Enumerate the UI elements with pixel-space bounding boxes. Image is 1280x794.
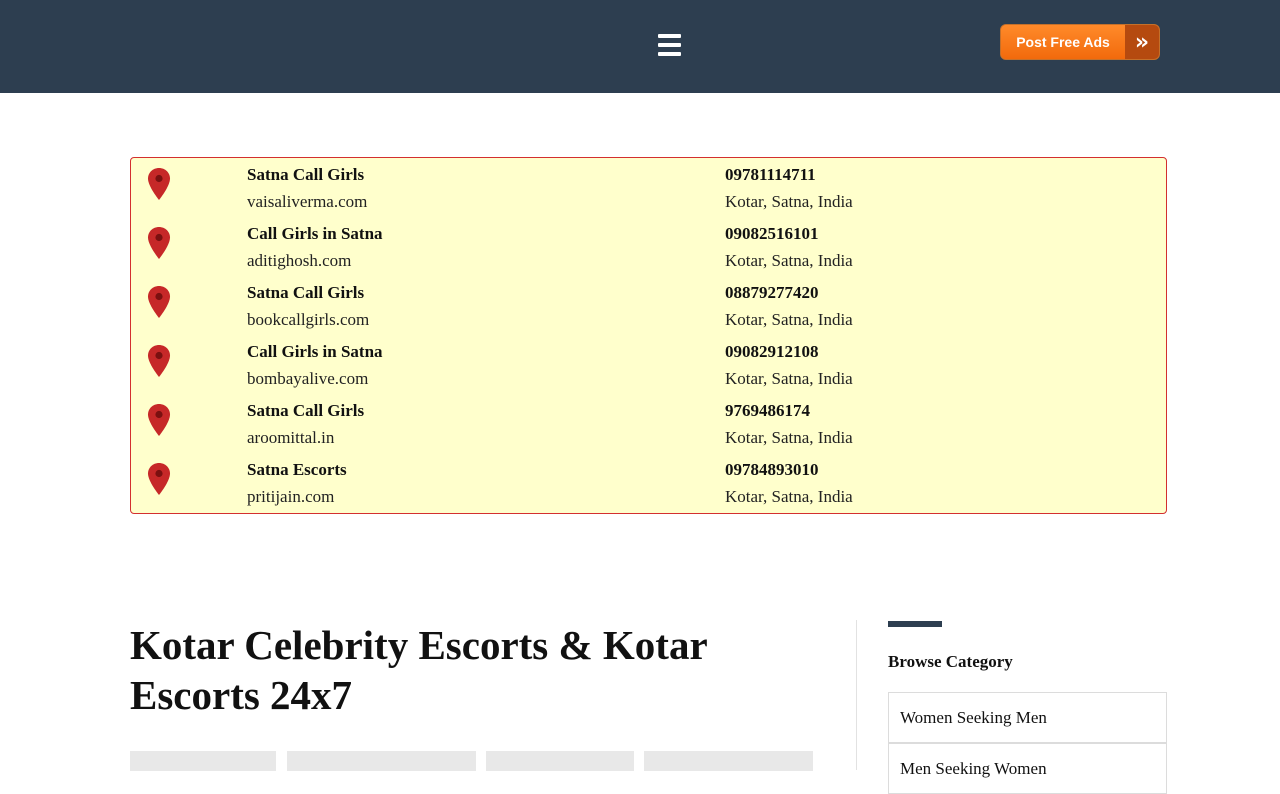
- hamburger-line: [658, 52, 681, 56]
- post-free-ads-button[interactable]: Post Free Ads »: [1000, 24, 1160, 60]
- listing-location: Kotar, Satna, India: [725, 487, 853, 506]
- thumbnail-placeholder[interactable]: [130, 751, 276, 771]
- listing-location: Kotar, Satna, India: [725, 192, 853, 211]
- listing-title[interactable]: Satna Call Girls: [247, 165, 364, 185]
- map-pin-icon: [148, 227, 170, 259]
- listing-location: Kotar, Satna, India: [725, 369, 853, 388]
- listing-location: Kotar, Satna, India: [725, 251, 853, 270]
- listing-title[interactable]: Call Girls in Satna: [247, 224, 383, 244]
- listing-row[interactable]: Satna Escorts pritijain.com 09784893010 …: [131, 453, 1166, 511]
- hamburger-line: [658, 34, 681, 38]
- listing-phone[interactable]: 08879277420: [725, 283, 819, 303]
- map-pin-icon: [148, 168, 170, 200]
- map-pin-icon: [148, 463, 170, 495]
- listing-title[interactable]: Satna Escorts: [247, 460, 347, 480]
- post-free-ads-label: Post Free Ads: [1001, 25, 1125, 59]
- listing-site[interactable]: bombayalive.com: [247, 369, 368, 389]
- listing-phone[interactable]: 09082516101: [725, 224, 819, 244]
- listing-location: Kotar, Satna, India: [725, 310, 853, 329]
- hamburger-icon[interactable]: [656, 31, 684, 59]
- page-title: Kotar Celebrity Escorts & Kotar Escorts …: [130, 622, 707, 718]
- double-chevron-right-icon: »: [1125, 25, 1159, 59]
- listing-site[interactable]: vaisaliverma.com: [247, 192, 367, 212]
- listing-phone[interactable]: 9769486174: [725, 401, 810, 421]
- category-women-seeking-men[interactable]: Women Seeking Men: [888, 692, 1167, 743]
- category-men-seeking-women[interactable]: Men Seeking Women: [888, 743, 1167, 794]
- thumbnail-placeholder[interactable]: [287, 751, 476, 771]
- listing-location: Kotar, Satna, India: [725, 428, 853, 447]
- listing-phone[interactable]: 09781114711: [725, 165, 816, 185]
- listing-title[interactable]: Satna Call Girls: [247, 283, 364, 303]
- thumbnail-placeholder[interactable]: [486, 751, 634, 771]
- hamburger-line: [658, 43, 681, 47]
- listing-phone[interactable]: 09784893010: [725, 460, 819, 480]
- map-pin-icon: [148, 286, 170, 318]
- listing-site[interactable]: aroomittal.in: [247, 428, 334, 448]
- sidebar-accent-bar: [888, 621, 942, 627]
- top-header-bar: Post Free Ads »: [0, 0, 1280, 93]
- column-divider: [856, 620, 857, 770]
- listing-row[interactable]: Call Girls in Satna bombayalive.com 0908…: [131, 335, 1166, 393]
- listing-row[interactable]: Call Girls in Satna aditighosh.com 09082…: [131, 217, 1166, 275]
- map-pin-icon: [148, 404, 170, 436]
- featured-listings-box: Satna Call Girls vaisaliverma.com 097811…: [130, 157, 1167, 514]
- thumbnail-placeholder[interactable]: [644, 751, 813, 771]
- listing-site[interactable]: aditighosh.com: [247, 251, 351, 271]
- listing-row[interactable]: Satna Call Girls vaisaliverma.com 097811…: [131, 158, 1166, 216]
- listing-title[interactable]: Call Girls in Satna: [247, 342, 383, 362]
- listing-site[interactable]: pritijain.com: [247, 487, 334, 507]
- listing-site[interactable]: bookcallgirls.com: [247, 310, 369, 330]
- listing-phone[interactable]: 09082912108: [725, 342, 819, 362]
- listing-title[interactable]: Satna Call Girls: [247, 401, 364, 421]
- sidebar-heading: Browse Category: [888, 652, 1013, 671]
- map-pin-icon: [148, 345, 170, 377]
- listing-row[interactable]: Satna Call Girls bookcallgirls.com 08879…: [131, 276, 1166, 334]
- listing-row[interactable]: Satna Call Girls aroomittal.in 976948617…: [131, 394, 1166, 452]
